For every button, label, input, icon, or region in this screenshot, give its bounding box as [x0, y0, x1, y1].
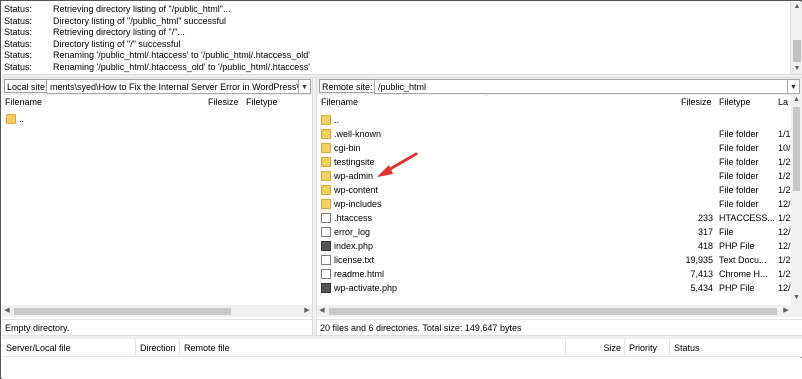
- annotation-arrow-head: [377, 165, 393, 177]
- annotation-arrow: [377, 152, 418, 177]
- ftp-client-window: Status: Retrieving directory listing of …: [0, 0, 802, 379]
